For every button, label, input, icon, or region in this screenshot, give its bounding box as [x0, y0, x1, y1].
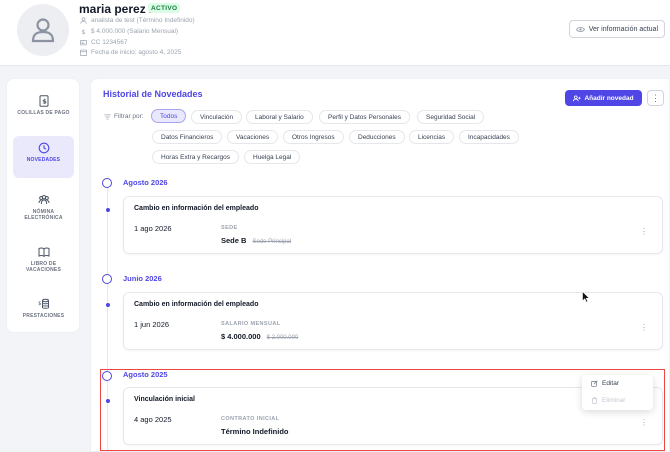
view-current-info-button[interactable]: Ver información actual — [568, 20, 665, 38]
sidebar-item-label: NOVEDADES — [26, 157, 61, 163]
field-label: SEDE — [221, 225, 238, 231]
timeline-period-marker — [102, 178, 112, 188]
svg-text:$: $ — [42, 98, 47, 106]
card-menu-button[interactable]: ⋮ — [640, 227, 648, 236]
filter-chip-seguridad-social[interactable]: Seguridad Social — [417, 110, 485, 124]
sidebar-item-label: COLILLAS DE PAGO — [17, 110, 70, 116]
sidebar-item-payslips[interactable]: $ COLILLAS DE PAGO — [13, 89, 74, 131]
employee-start-row: Fecha de inicio: agosto 4, 2025 — [80, 49, 181, 56]
add-novedad-button[interactable]: Añadir novedad — [565, 90, 642, 106]
sidebar-item-vacaciones[interactable]: LIBRO DE VACACIONES — [13, 240, 74, 282]
sidebar-item-label: NÓMINA ELECTRÓNICA — [24, 209, 63, 222]
page-title: Historial de Novedades — [103, 89, 203, 99]
employee-start-date: Fecha de inicio: agosto 4, 2025 — [91, 49, 182, 56]
novedad-title: Cambio en información del empleado — [134, 205, 259, 212]
menu-item-delete[interactable]: Eliminar — [591, 397, 625, 404]
filter-label: Filtrar por: — [114, 113, 144, 120]
field-label: SALARIO MENSUAL — [221, 321, 281, 327]
calendar-icon — [80, 49, 87, 56]
filter-chip-laboral[interactable]: Laboral y Salario — [246, 110, 313, 124]
payslip-icon: $ — [39, 95, 48, 107]
field-old-value: Sede Principal — [252, 239, 292, 245]
sidebar-item-label: LIBRO DE VACACIONES — [26, 261, 61, 274]
dollar-icon: $ — [81, 29, 85, 35]
svg-text:$: $ — [38, 301, 41, 307]
add-novedad-label: Añadir novedad — [584, 94, 634, 102]
sidebar-item-prestaciones[interactable]: $ PRESTACIONES — [13, 292, 74, 334]
menu-item-edit-label: Editar — [602, 380, 619, 387]
timeline-entry-dot — [106, 208, 110, 212]
employee-header: maria perez x ACTIVO analista de test (T… — [0, 0, 670, 66]
employee-role-row: analista de test (Término Indefinido) — [80, 17, 195, 24]
sidebar-item-label: PRESTACIONES — [22, 313, 65, 319]
employee-id: CC 1234567 — [91, 39, 128, 46]
novedad-title: Cambio en información del empleado — [134, 301, 259, 308]
novedad-date: 1 jun 2026 — [134, 320, 170, 329]
filter-chip-perfil[interactable]: Perfil y Datos Personales — [319, 110, 410, 124]
timeline-period-label: Agosto 2026 — [123, 178, 168, 187]
status-badge: ACTIVO — [148, 3, 181, 13]
trash-icon — [591, 397, 598, 404]
menu-item-edit[interactable]: Editar — [591, 380, 619, 387]
employee-name: maria perez x — [79, 2, 156, 16]
employee-salary-row: $ $ 4.000.000 (Salario Mensual) — [80, 28, 178, 35]
timeline-entry-dot — [106, 303, 110, 307]
mouse-cursor-icon — [582, 291, 590, 303]
filter-chip-datos-financieros[interactable]: Datos Financieros — [152, 130, 223, 144]
employee-id-row: CC 1234567 — [80, 39, 128, 46]
highlight-box — [100, 369, 665, 451]
field-value-row: $ 4.000.000 $ 2.000.000 — [221, 332, 298, 341]
filter-chip-otros-ingresos[interactable]: Otros Ingresos — [283, 130, 344, 144]
filter-chip-deducciones[interactable]: Deducciones — [349, 130, 405, 144]
field-old-value: $ 2.000.000 — [266, 335, 299, 341]
filter-chip-huelga-legal[interactable]: Huelga Legal — [244, 150, 301, 164]
field-new-value: Sede B — [221, 236, 247, 245]
view-current-info-label: Ver información actual — [588, 25, 658, 33]
filter-label-row: Filtrar por: — [104, 113, 144, 120]
svg-text:$: $ — [81, 29, 85, 35]
kebab-icon: ⋮ — [651, 92, 660, 103]
sidebar-item-nomina[interactable]: NÓMINA ELECTRÓNICA — [13, 188, 74, 230]
employee-salary: $ 4.000.000 (Salario Mensual) — [91, 28, 179, 35]
field-new-value: $ 4.000.000 — [221, 332, 261, 341]
sidebar-item-novedades[interactable]: NOVEDADES — [13, 136, 74, 178]
filter-chip-vacaciones[interactable]: Vacaciones — [227, 130, 279, 144]
avatar — [17, 4, 69, 56]
sidebar: $ COLILLAS DE PAGO NOVEDADES NÓMINA ELEC… — [6, 78, 80, 333]
filter-chip-todos[interactable]: Todos — [151, 109, 187, 123]
user-avatar-icon — [31, 18, 55, 43]
menu-item-delete-label: Eliminar — [602, 397, 626, 404]
card-actions-menu: Editar Eliminar — [582, 375, 653, 410]
filter-chip-horas-extra[interactable]: Horas Extra y Recargos — [152, 150, 239, 164]
history-icon — [38, 142, 49, 154]
novedad-card[interactable]: Cambio en información del empleado 1 ago… — [123, 196, 663, 254]
filter-chip-incapacidades[interactable]: Incapacidades — [459, 130, 519, 144]
book-icon — [38, 247, 49, 257]
coins-icon: $ — [38, 298, 49, 309]
timeline-period-label: Junio 2026 — [123, 274, 162, 283]
people-icon — [38, 195, 49, 205]
add-user-icon — [573, 95, 582, 101]
person-icon — [80, 17, 87, 24]
filter-chip-vinculacion[interactable]: Vinculación — [191, 110, 243, 124]
edit-icon — [591, 380, 598, 387]
filter-chip-licencias[interactable]: Licencias — [409, 130, 455, 144]
field-value-row: Sede B Sede Principal — [221, 236, 291, 245]
novedad-date: 1 ago 2026 — [134, 224, 172, 233]
employee-role: analista de test (Término Indefinido) — [91, 17, 195, 24]
card-menu-button[interactable]: ⋮ — [640, 323, 648, 332]
more-options-button[interactable]: ⋮ — [647, 90, 664, 106]
filter-icon — [104, 114, 111, 119]
timeline-period-marker — [102, 274, 112, 284]
eye-icon — [575, 26, 585, 32]
id-card-icon — [80, 40, 87, 46]
